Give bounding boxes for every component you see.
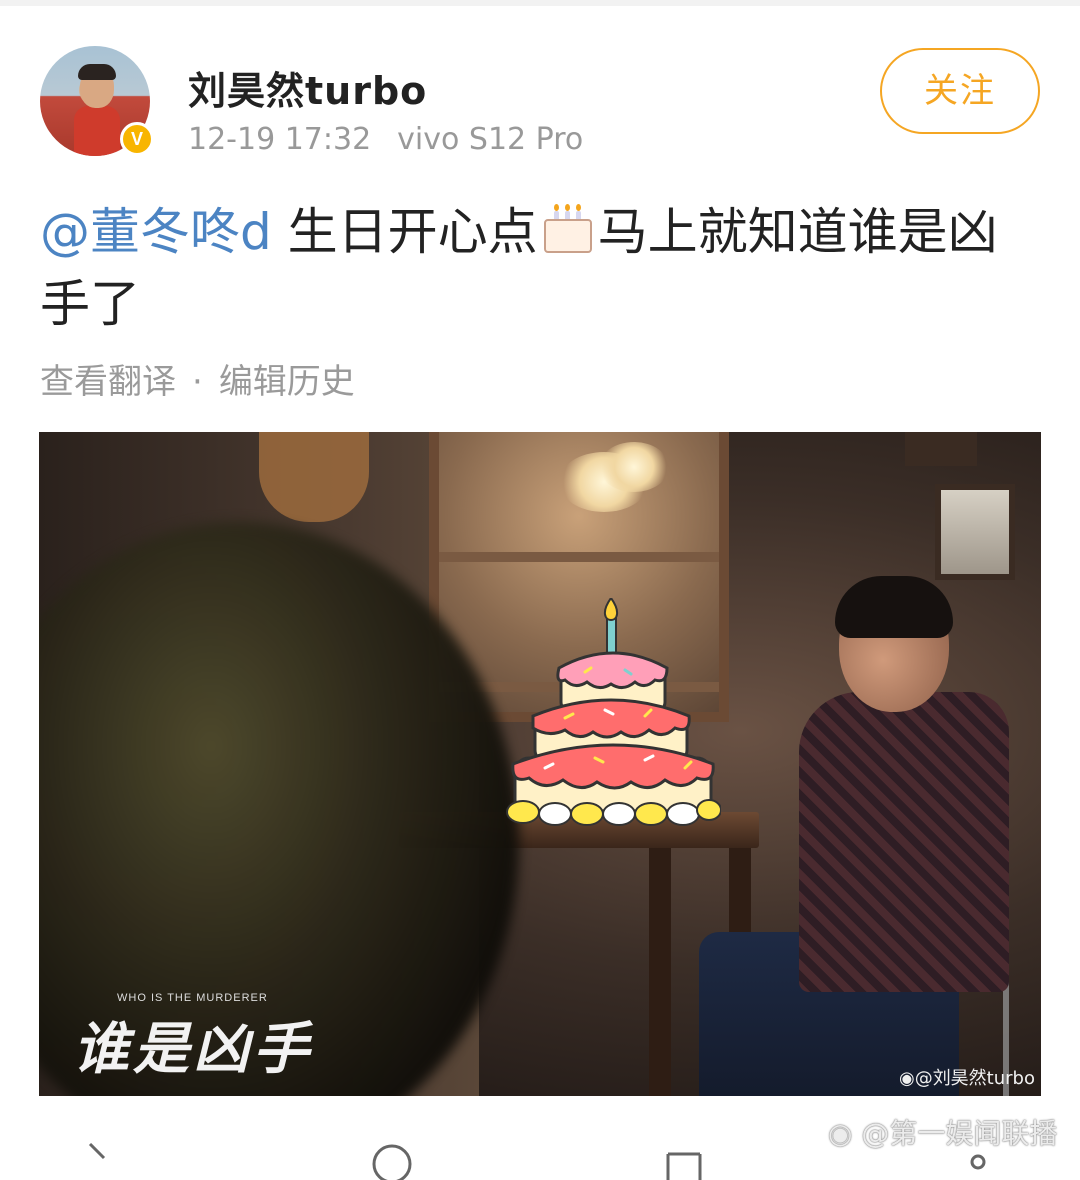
post-time: 12-19 17:32 (188, 122, 372, 157)
image-watermark: ◉@刘昊然turbo (899, 1064, 1035, 1090)
image-watermark-text: @刘昊然turbo (914, 1068, 1035, 1089)
comment-icon[interactable] (372, 1140, 412, 1180)
post-meta: 12-19 17:32 vivo S12 Pro (188, 122, 583, 157)
follow-button[interactable]: 关注 (880, 48, 1040, 134)
wall-picture (935, 484, 1015, 580)
post-text-part1: 生日开心点 (271, 203, 538, 261)
post-text: @董冬咚d 生日开心点 马上就知道谁是凶手了 (40, 196, 1040, 340)
page-watermark: ◉ @第一娱闻联播 (828, 1112, 1057, 1152)
post-links: 查看翻译 · 编辑历史 (40, 354, 355, 403)
post-image[interactable]: WHO IS THE MURDERER 谁是凶手 ◉@刘昊然turbo (39, 432, 1041, 1096)
edit-history-link[interactable]: 编辑历史 (219, 362, 355, 402)
share-icon[interactable] (958, 1140, 998, 1180)
mention-link[interactable]: @董冬咚d (40, 203, 272, 261)
post-device: vivo S12 Pro (397, 122, 584, 157)
birthday-cake-icon (540, 201, 596, 257)
weibo-logo-icon: ◉ (828, 1117, 862, 1150)
poster-small-caption: WHO IS THE MURDERER (117, 992, 268, 1004)
verified-badge-icon: V (120, 122, 154, 156)
repost-icon[interactable] (70, 1140, 110, 1180)
username[interactable]: 刘昊然turbo (188, 60, 427, 115)
poster-title: 谁是凶手 (73, 1016, 313, 1082)
like-icon[interactable] (664, 1140, 704, 1180)
separator: · (192, 362, 203, 402)
cake-sticker-icon (506, 598, 721, 826)
translate-link[interactable]: 查看翻译 (40, 362, 176, 402)
weibo-logo-icon: ◉ (898, 1068, 915, 1089)
wall-plaque (259, 432, 369, 522)
top-divider (0, 0, 1080, 6)
